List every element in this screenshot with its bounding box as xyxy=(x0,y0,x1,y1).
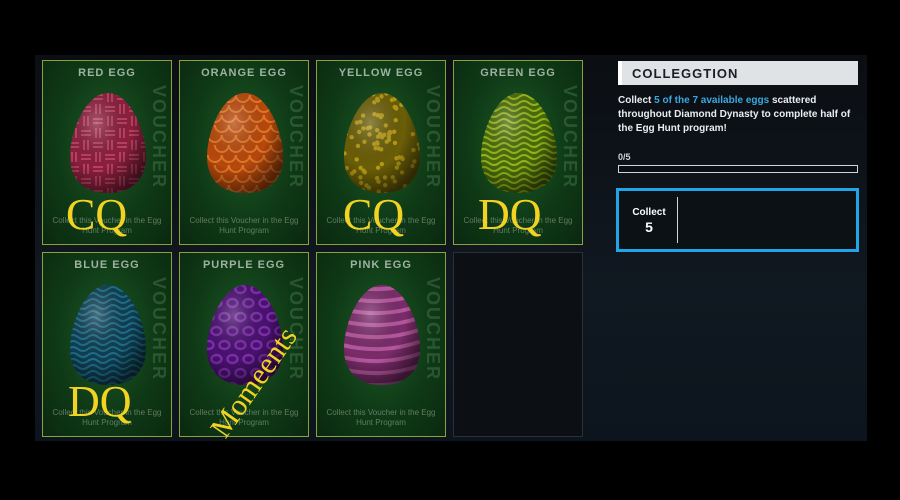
collection-panel: COLLEGGTION Collect 5 of the 7 available… xyxy=(618,61,858,173)
voucher-watermark: VOUCHER xyxy=(423,277,443,382)
green-egg-icon xyxy=(481,93,557,193)
card-title: GREEN EGG xyxy=(480,67,556,79)
collect-button[interactable]: Collect 5 xyxy=(616,188,859,252)
progress-bar xyxy=(618,165,858,173)
orange-egg-card[interactable]: ORANGE EGG VOUCHER Collect this Voucher … xyxy=(179,60,309,245)
collect-label: Collect xyxy=(632,207,666,218)
card-title: PURPLE EGG xyxy=(202,259,286,271)
voucher-watermark: VOUCHER xyxy=(286,85,306,190)
card-title: RED EGG xyxy=(78,67,136,79)
red-egg-icon xyxy=(70,93,146,193)
yellow-egg-card[interactable]: YELLOW EGG VOUCHER Collect this Voucher … xyxy=(316,60,446,245)
voucher-watermark: VOUCHER xyxy=(560,85,580,190)
voucher-watermark: VOUCHER xyxy=(149,277,169,382)
collection-title: COLLEGGTION xyxy=(632,65,739,81)
card-description: Collect this Voucher in the Egg Hunt Pro… xyxy=(52,216,162,235)
purple-egg-card[interactable]: PURPLE EGG VOUCHER Collect this Voucher … xyxy=(179,252,309,437)
card-title: ORANGE EGG xyxy=(201,67,287,79)
card-description: Collect this Voucher in the Egg Hunt Pro… xyxy=(52,408,162,427)
voucher-watermark: VOUCHER xyxy=(149,85,169,190)
description-highlight: 5 of the 7 available eggs xyxy=(654,95,770,106)
collect-count: 5 xyxy=(645,219,653,235)
card-description: Collect this Voucher in the Egg Hunt Pro… xyxy=(189,408,299,427)
collect-divider xyxy=(677,197,678,243)
green-egg-card[interactable]: GREEN EGG VOUCHER Collect this Voucher i… xyxy=(453,60,583,245)
collection-header: COLLEGGTION xyxy=(618,61,858,85)
card-description: Collect this Voucher in the Egg Hunt Pro… xyxy=(463,216,573,235)
card-description: Collect this Voucher in the Egg Hunt Pro… xyxy=(326,216,436,235)
blue-egg-icon xyxy=(70,285,146,385)
empty-card-slot xyxy=(453,252,583,437)
pink-egg-card[interactable]: PINK EGG VOUCHER Collect this Voucher in… xyxy=(316,252,446,437)
blue-egg-card[interactable]: BLUE EGG VOUCHER Collect this Voucher in… xyxy=(42,252,172,437)
progress-label: 0/5 xyxy=(618,152,631,162)
pink-egg-icon xyxy=(344,285,420,385)
card-title: BLUE EGG xyxy=(74,259,140,271)
voucher-watermark: VOUCHER xyxy=(423,85,443,190)
red-egg-card[interactable]: RED EGG VOUCHER Collect this Voucher in … xyxy=(42,60,172,245)
voucher-watermark: VOUCHER xyxy=(286,277,306,382)
collection-description: Collect 5 of the 7 available eggs scatte… xyxy=(618,94,858,136)
card-description: Collect this Voucher in the Egg Hunt Pro… xyxy=(326,408,436,427)
description-prefix: Collect xyxy=(618,95,655,106)
card-title: PINK EGG xyxy=(350,259,412,271)
purple-egg-icon xyxy=(207,285,283,385)
orange-egg-icon xyxy=(207,93,283,193)
card-title: YELLOW EGG xyxy=(338,67,424,79)
card-description: Collect this Voucher in the Egg Hunt Pro… xyxy=(189,216,299,235)
yellow-egg-icon xyxy=(344,93,420,193)
